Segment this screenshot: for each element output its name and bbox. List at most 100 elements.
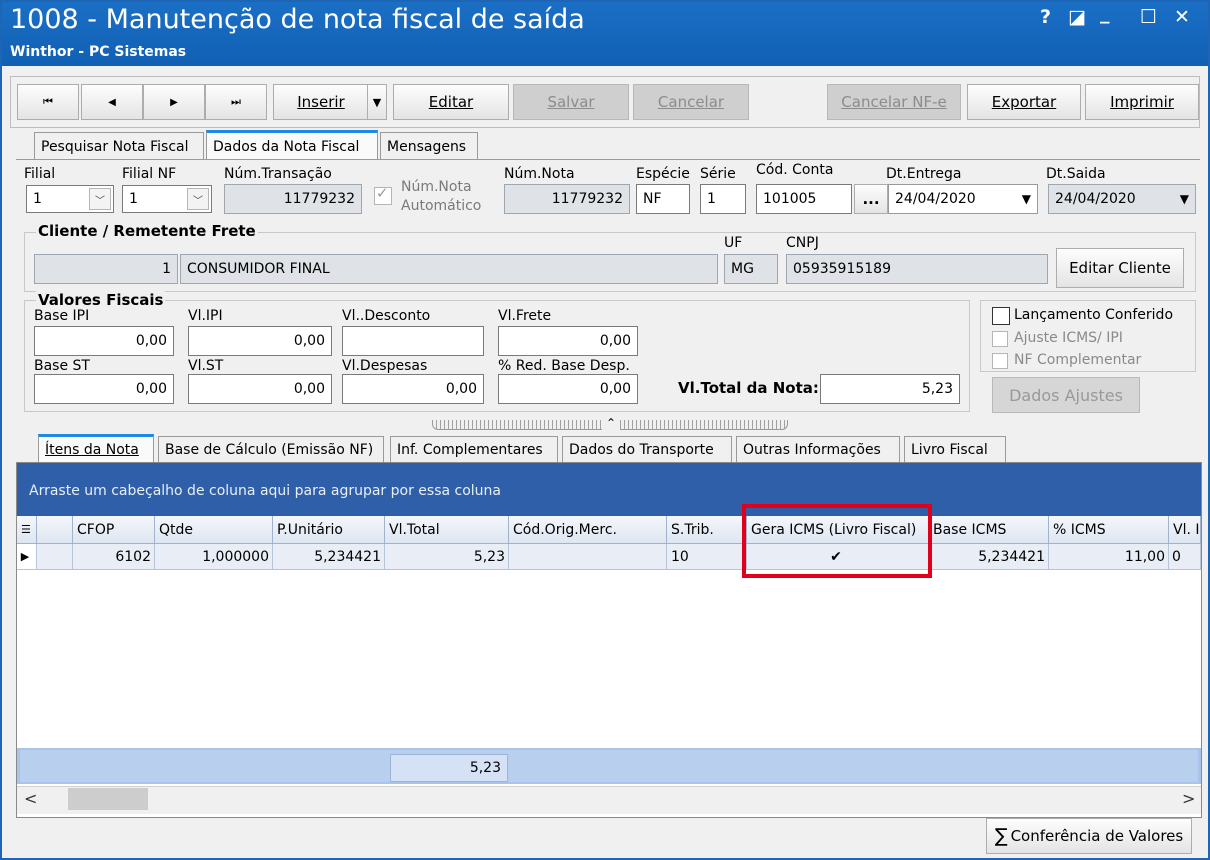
- scroll-right-icon[interactable]: >: [1182, 789, 1195, 808]
- tab-dados-transporte[interactable]: Dados do Transporte: [562, 436, 732, 462]
- filial-label: Filial: [24, 166, 56, 182]
- tab-mensagens[interactable]: Mensagens: [380, 132, 478, 160]
- especie-label: Espécie: [636, 166, 690, 182]
- exportar-button[interactable]: Exportar: [967, 84, 1081, 120]
- serie-field[interactable]: 1: [700, 184, 746, 214]
- grid-header-vl-i[interactable]: Vl. I: [1169, 516, 1201, 544]
- cnpj-field[interactable]: 05935915189: [786, 254, 1048, 284]
- filial-nf-select[interactable]: 1 ﹀: [122, 185, 212, 213]
- grid-header-blank[interactable]: [37, 516, 73, 544]
- grid-header-vl-total[interactable]: Vl.Total: [385, 516, 509, 544]
- grid-header-base-icms[interactable]: Base ICMS: [929, 516, 1049, 544]
- grid-header-pct-icms[interactable]: % ICMS: [1049, 516, 1169, 544]
- grid-header-qtde[interactable]: Qtde: [155, 516, 273, 544]
- next-record-button[interactable]: ▶: [143, 84, 205, 120]
- grid-header-cfop[interactable]: CFOP: [73, 516, 155, 544]
- num-nota-field[interactable]: 11779232: [504, 184, 630, 214]
- base-ipi-field[interactable]: 0,00: [34, 326, 174, 356]
- toolbar: ⏮ ◀ ▶ ⏭ Inserir ▼ Editar Salvar Cancelar…: [10, 76, 1200, 128]
- grid-cell-pct-icms[interactable]: 11,00: [1049, 544, 1169, 570]
- cliente-group-title: Cliente / Remetente Frete: [36, 222, 258, 240]
- nf-complementar-checkbox[interactable]: [992, 353, 1008, 369]
- imprimir-button[interactable]: Imprimir: [1085, 84, 1199, 120]
- filial-select[interactable]: 1 ﹀: [26, 185, 114, 213]
- collapse-up-icon[interactable]: ⌃: [602, 416, 621, 430]
- uf-field[interactable]: MG: [724, 254, 778, 284]
- dt-entrega-field[interactable]: 24/04/2020 ▼: [888, 184, 1038, 214]
- cancelar-nfe-button[interactable]: Cancelar NF-e: [827, 84, 961, 120]
- vl-ipi-field[interactable]: 0,00: [188, 326, 332, 356]
- dt-saida-field[interactable]: 24/04/2020 ▼: [1048, 184, 1196, 214]
- inserir-button[interactable]: Inserir: [273, 84, 369, 120]
- ajuste-icms-checkbox[interactable]: [992, 331, 1008, 347]
- cod-conta-label: Cód. Conta: [756, 162, 834, 178]
- help-icon[interactable]: ?: [1040, 6, 1051, 28]
- tab-outras-informacoes[interactable]: Outras Informações: [736, 436, 900, 462]
- grid-header-s-trib[interactable]: S.Trib.: [667, 516, 747, 544]
- grid-cell-qtde[interactable]: 1,000000: [155, 544, 273, 570]
- cancelar-button[interactable]: Cancelar: [633, 84, 749, 120]
- editar-cliente-button[interactable]: Editar Cliente: [1056, 248, 1184, 288]
- grid-footer-inner: [20, 750, 1198, 782]
- group-panel[interactable]: Arraste um cabeçalho de coluna aqui para…: [17, 463, 1201, 516]
- tab-inf-complementares[interactable]: Inf. Complementares: [390, 436, 558, 462]
- num-transacao-field[interactable]: 11779232: [224, 184, 362, 214]
- vl-frete-field[interactable]: 0,00: [498, 326, 638, 356]
- especie-field[interactable]: NF: [636, 184, 690, 214]
- filial-nf-label: Filial NF: [122, 166, 177, 182]
- chevron-down-icon[interactable]: ﹀: [89, 188, 111, 210]
- vl-st-field[interactable]: 0,00: [188, 374, 332, 404]
- red-base-field[interactable]: 0,00: [498, 374, 638, 404]
- grid-cell-cod-orig-merc[interactable]: [509, 544, 667, 570]
- vl-ipi-label: Vl.IPI: [188, 308, 223, 324]
- grid-cell-s-trib[interactable]: 10: [667, 544, 747, 570]
- vl-desconto-field[interactable]: [342, 326, 484, 356]
- tab-livro-fiscal[interactable]: Livro Fiscal: [904, 436, 1006, 462]
- prev-record-button[interactable]: ◀: [81, 84, 143, 120]
- grid-cell-p-unitario[interactable]: 5,234421: [273, 544, 385, 570]
- chevron-down-icon[interactable]: ﹀: [187, 188, 209, 210]
- base-ipi-label: Base IPI: [34, 308, 90, 324]
- scroll-left-icon[interactable]: <: [24, 789, 37, 808]
- horizontal-scrollbar[interactable]: [17, 786, 1201, 814]
- grid-cell-base-icms[interactable]: 5,234421: [929, 544, 1049, 570]
- grid-header-cod-orig-merc[interactable]: Cód.Orig.Merc.: [509, 516, 667, 544]
- grid-header-p-unitario[interactable]: P.Unitário: [273, 516, 385, 544]
- maximize-icon[interactable]: ☐: [1140, 6, 1157, 28]
- cod-conta-field[interactable]: 101005: [756, 184, 852, 214]
- tab-base-calculo[interactable]: Base de Cálculo (Emissão NF): [158, 436, 384, 462]
- cliente-codigo-field[interactable]: 1: [34, 254, 178, 284]
- column-chooser-icon[interactable]: ☰: [17, 516, 37, 544]
- first-record-button[interactable]: ⏮: [17, 84, 79, 120]
- cliente-nome-field[interactable]: CONSUMIDOR FINAL: [180, 254, 718, 284]
- conferencia-valores-button[interactable]: ∑ Conferência de Valores: [986, 818, 1192, 854]
- dropdown-arrow-icon[interactable]: ▼: [1180, 192, 1189, 206]
- dropdown-arrow-icon[interactable]: ▼: [1022, 192, 1031, 206]
- cod-conta-browse-button[interactable]: ...: [854, 184, 888, 214]
- grid-cell-blank[interactable]: [37, 544, 73, 570]
- minimize-icon[interactable]: _: [1100, 2, 1110, 24]
- tab-dados-nota[interactable]: Dados da Nota Fiscal: [206, 130, 378, 160]
- dados-ajustes-button[interactable]: Dados Ajustes: [992, 377, 1140, 413]
- row-indicator-icon[interactable]: ▶: [17, 544, 37, 570]
- num-nota-auto-label-2: Automático: [401, 198, 482, 214]
- grid-cell-vl-i[interactable]: 0: [1169, 544, 1201, 570]
- lancamento-conferido-checkbox[interactable]: [992, 307, 1010, 325]
- tab-itens-nota[interactable]: Ítens da Nota: [38, 434, 154, 462]
- grid-cell-cfop[interactable]: 6102: [73, 544, 155, 570]
- editar-button[interactable]: Editar: [393, 84, 509, 120]
- vl-total-field[interactable]: 5,23: [820, 374, 960, 404]
- inserir-dropdown-button[interactable]: ▼: [367, 84, 387, 120]
- close-icon[interactable]: ✕: [1174, 6, 1190, 28]
- last-record-button[interactable]: ⏭: [205, 84, 267, 120]
- cnpj-label: CNPJ: [786, 235, 819, 251]
- window-title: 1008 - Manutenção de nota fiscal de saíd…: [10, 4, 585, 35]
- scroll-thumb[interactable]: [68, 788, 148, 810]
- grid-cell-vl-total[interactable]: 5,23: [385, 544, 509, 570]
- tab-pesquisar[interactable]: Pesquisar Nota Fiscal: [34, 132, 204, 160]
- restore-icon[interactable]: ◪: [1068, 6, 1086, 28]
- salvar-button[interactable]: Salvar: [513, 84, 629, 120]
- base-st-field[interactable]: 0,00: [34, 374, 174, 404]
- nf-complementar-label: NF Complementar: [1014, 352, 1142, 368]
- vl-despesas-field[interactable]: 0,00: [342, 374, 484, 404]
